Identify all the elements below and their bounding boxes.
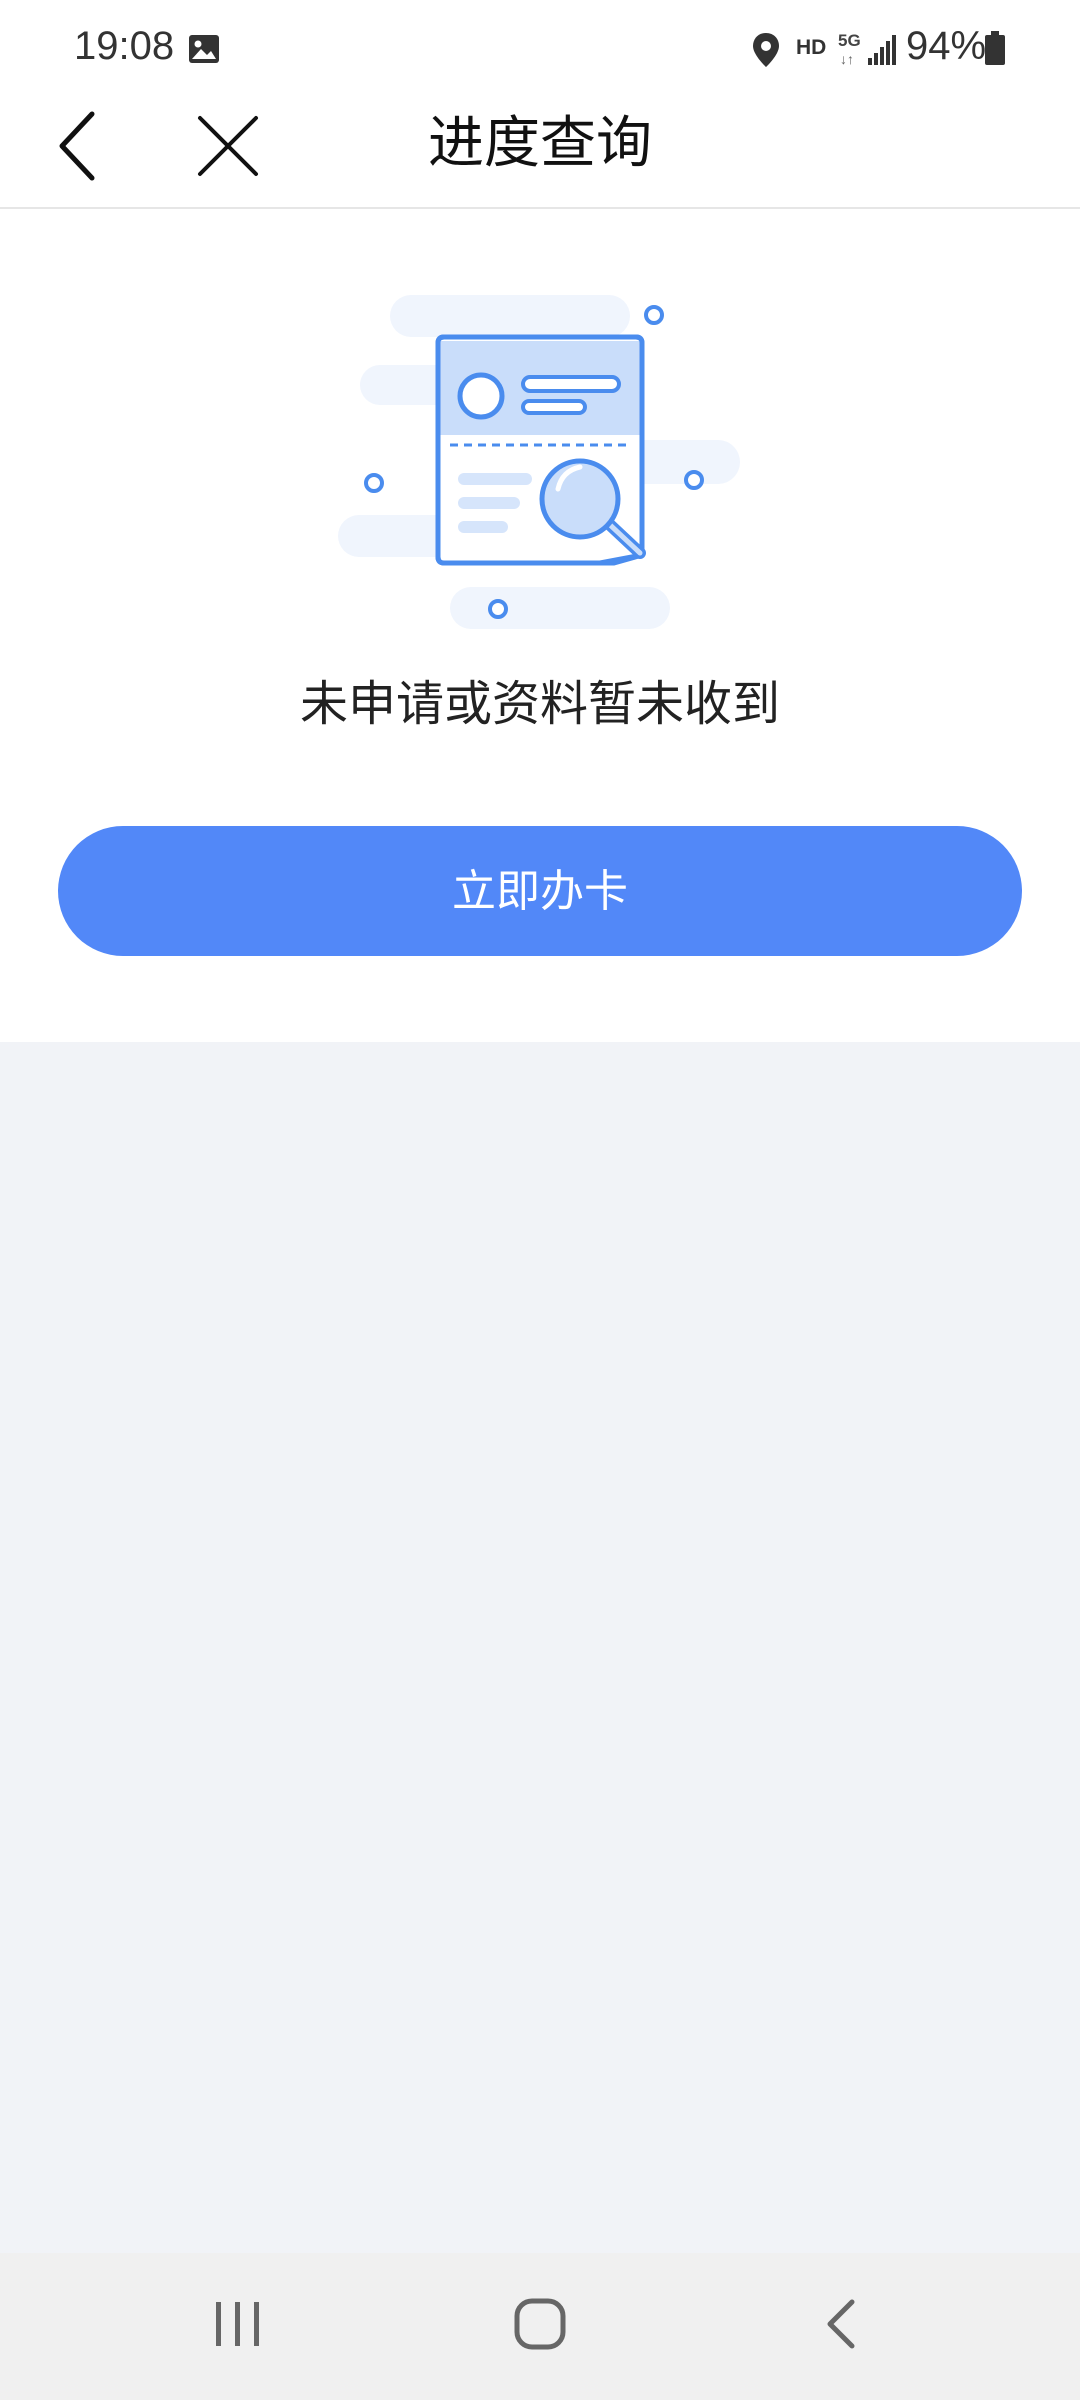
location-icon (753, 33, 779, 67)
battery-icon (985, 31, 1005, 65)
empty-state-message: 未申请或资料暂未收到 (299, 676, 780, 732)
svg-text:↓↑: ↓↑ (840, 51, 854, 66)
status-bar: 19:08 HD 5G ↓↑ 94% (0, 0, 1080, 100)
hd-label: HD (796, 36, 827, 59)
system-back-icon[interactable] (820, 2296, 864, 2352)
apply-card-button[interactable]: 立即办卡 (58, 826, 1022, 956)
page-title: 进度查询 (428, 111, 652, 176)
recent-apps-icon[interactable] (210, 2298, 266, 2350)
battery-percent: 94% (906, 24, 987, 68)
document-search-illustration (338, 295, 740, 629)
status-time: 19:08 (74, 24, 175, 68)
home-icon[interactable] (512, 2296, 568, 2352)
image-icon (189, 35, 219, 63)
signal-icon: ↓↑ (840, 35, 896, 66)
